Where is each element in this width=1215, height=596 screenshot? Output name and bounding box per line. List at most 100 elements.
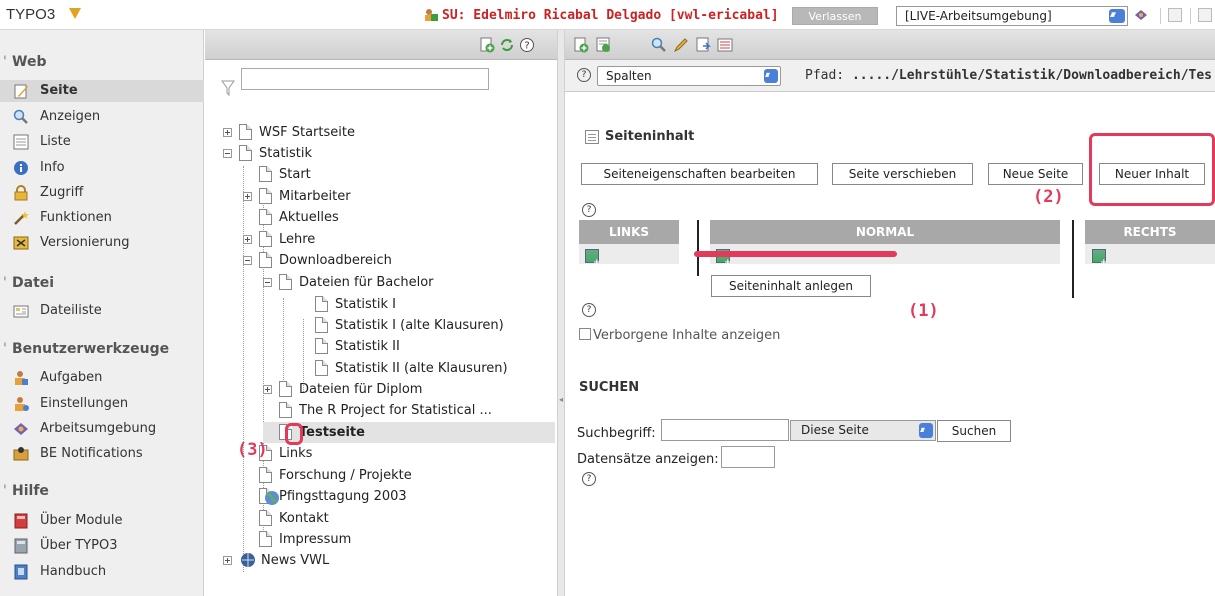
filter-icon[interactable] [221,80,235,96]
new-record-icon[interactable] [573,37,589,53]
history-icon[interactable] [717,37,733,53]
tree-node-label: Statistik [259,146,313,161]
manual-icon [14,564,28,580]
module-group-hilfe[interactable]: Hilfe [0,479,204,503]
edit-pencil-icon[interactable] [673,37,689,53]
module-item-seite[interactable]: Seite [0,80,204,102]
content-area: ? Spalten Pfad: ...../Lehrstühle/Statist… [565,30,1215,596]
column-header-normal: NORMAL [710,220,1060,244]
module-item-zugriff[interactable]: Zugriff [0,182,204,204]
module-item-versionierung[interactable]: Versionierung [0,232,204,254]
tree-node-label: The R Project for Statistical ... [299,403,492,418]
show-hidden-checkbox[interactable] [579,328,591,340]
module-item-ueber-module[interactable]: Über Module [0,510,204,532]
records-input[interactable] [721,446,775,468]
module-item-ueber-typo3[interactable]: Über TYPO3 [0,535,204,557]
tree-node-selected[interactable]: Testseite [263,422,555,443]
module-item-anzeigen[interactable]: Anzeigen [0,106,204,128]
view-mode-value: Spalten [606,69,652,83]
add-content-icon[interactable] [585,249,601,267]
module-item-label: Zugriff [40,185,84,200]
module-item-handbuch[interactable]: Handbuch [0,561,204,583]
annotation-label-3: (3) [237,440,268,460]
notification-icon [13,447,29,461]
help-icon[interactable]: ? [582,472,596,486]
page-icon [259,467,272,483]
module-item-einstellungen[interactable]: Einstellungen [0,393,204,415]
expand-icon[interactable] [243,235,252,244]
move-page-icon[interactable] [695,37,711,53]
expand-icon[interactable] [243,192,252,201]
expand-icon[interactable] [223,556,232,565]
magnifier-icon [13,109,28,124]
help-icon[interactable]: ? [582,303,596,317]
module-item-arbeitsumgebung[interactable]: Arbeitsumgebung [0,418,204,440]
leave-button[interactable]: Verlassen [792,7,878,25]
module-item-aufgaben[interactable]: Aufgaben [0,367,204,389]
module-item-info[interactable]: Info [0,157,204,179]
collapse-icon[interactable] [263,278,272,287]
expand-icon[interactable] [223,128,232,137]
view-mode-select[interactable]: Spalten [597,66,781,86]
tree-node-label: Statistik II [335,339,400,354]
edit-page-properties-button[interactable]: Seiteneigenschaften bearbeiten [581,163,818,185]
column-divider [697,220,699,276]
refresh-icon[interactable] [499,37,515,53]
search-term-input[interactable] [661,419,789,441]
tree-node-label: Forschung / Projekte [279,468,412,483]
toolbar-icon[interactable] [1198,8,1212,22]
search-scope-select[interactable]: Diese Seite [790,420,936,441]
page-icon [279,381,292,397]
module-group-benutzerwerkzeuge[interactable]: Benutzerwerkzeuge [0,337,204,361]
tree-filter-input[interactable] [241,68,489,90]
module-item-label: BE Notifications [40,446,143,461]
tree-node-label: Dateien für Bachelor [299,275,434,290]
workspace-icon[interactable] [1133,8,1149,22]
collapse-arrow-icon[interactable]: ◂ [559,395,563,404]
module-item-liste[interactable]: Liste [0,131,204,153]
module-item-be-notifications[interactable]: BE Notifications [0,443,204,465]
folder-list-icon [13,305,29,318]
workspace-select[interactable]: [LIVE-Arbeitsumgebung] [896,6,1128,26]
panel-splitter[interactable]: ◂ [557,30,565,596]
collapse-icon[interactable] [223,149,232,158]
content-toolbar [565,30,1215,60]
module-group-datei[interactable]: Datei [0,271,204,295]
new-page-button[interactable]: Neue Seite [988,163,1083,185]
help-icon[interactable]: ? [577,68,591,82]
content-section-icon [585,130,599,144]
annotation-box-2 [1089,133,1215,206]
help-icon[interactable]: ? [519,37,535,53]
open-in-window-icon[interactable] [1168,8,1182,22]
workspace-icon [14,423,28,435]
view-page-icon[interactable] [651,37,667,53]
expand-icon[interactable] [263,385,272,394]
create-content-button[interactable]: Seiteninhalt anlegen [711,275,871,297]
collapse-icon[interactable] [243,256,252,265]
page-icon [279,402,292,418]
toolbar-divider [1160,8,1161,24]
user-settings-icon [15,397,29,411]
page-icon [259,231,272,247]
module-group-web[interactable]: Web [0,50,204,74]
move-page-button[interactable]: Seite verschieben [832,163,973,185]
module-item-dateiliste[interactable]: Dateiliste [0,300,204,322]
annotation-box-1 [694,251,897,257]
select-arrow-icon [919,420,933,439]
search-button[interactable]: Suchen [937,420,1011,442]
tree-node-label: Downloadbereich [279,253,392,268]
new-content-icon[interactable] [595,37,611,53]
new-page-icon[interactable] [479,37,495,53]
page-icon [315,360,328,376]
toolbar-divider [1190,8,1191,24]
typo3-logo[interactable]: TYPO3 [6,6,55,23]
add-content-icon[interactable] [1092,249,1108,267]
help-icon[interactable]: ? [582,203,596,217]
news-globe-icon [241,553,255,567]
annotation-box-3 [285,423,303,445]
module-menu: Web Seite Anzeigen Liste Info Zugriff Fu… [0,30,204,596]
module-item-label: Über Module [40,513,123,528]
module-item-funktionen[interactable]: Funktionen [0,207,204,229]
tree-node-label: Links [279,446,313,461]
page-icon [259,166,272,182]
